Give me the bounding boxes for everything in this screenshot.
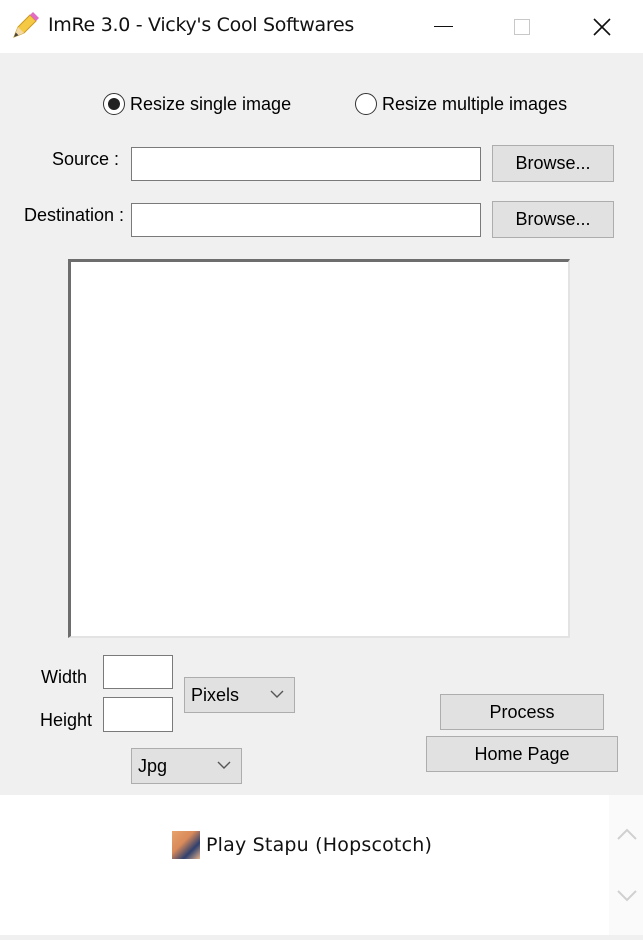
- ad-link[interactable]: Play Stapu (Hopscotch): [172, 831, 432, 859]
- radio-selected-dot: [108, 98, 120, 110]
- bottom-border: [0, 935, 643, 940]
- pencil-icon: [10, 11, 40, 41]
- game-thumbnail-icon: [172, 831, 200, 859]
- source-input[interactable]: [131, 147, 481, 181]
- home-page-button[interactable]: Home Page: [426, 736, 618, 772]
- ad-banner: Play Stapu (Hopscotch): [0, 795, 643, 935]
- format-select[interactable]: Jpg: [131, 748, 242, 784]
- scroll-up-icon[interactable]: [616, 827, 638, 841]
- close-icon: [593, 17, 611, 36]
- title-bar: ImRe 3.0 - Vicky's Cool Softwares: [0, 0, 643, 53]
- radio-resize-single[interactable]: Resize single image: [103, 93, 291, 115]
- chevron-down-icon: [270, 690, 284, 698]
- chevron-down-icon: [217, 761, 231, 769]
- ad-text: Play Stapu (Hopscotch): [206, 834, 433, 856]
- maximize-icon: [514, 18, 530, 35]
- minimize-button[interactable]: [408, 0, 478, 53]
- maximize-button[interactable]: [487, 0, 557, 53]
- radio-label: Resize multiple images: [382, 93, 568, 114]
- image-preview: [68, 259, 570, 638]
- destination-browse-button[interactable]: Browse...: [492, 201, 614, 238]
- source-browse-button[interactable]: Browse...: [492, 145, 614, 182]
- window-title: ImRe 3.0 - Vicky's Cool Softwares: [48, 14, 354, 36]
- ad-scrollbar[interactable]: [609, 795, 643, 935]
- format-select-value: Jpg: [138, 755, 168, 776]
- radio-resize-multiple[interactable]: Resize multiple images: [355, 93, 567, 115]
- destination-label: Destination :: [24, 205, 125, 225]
- radio-circle: [103, 93, 125, 115]
- minimize-icon: [433, 25, 453, 28]
- unit-select-value: Pixels: [191, 684, 240, 705]
- height-label: Height: [40, 710, 93, 730]
- destination-input[interactable]: [131, 203, 481, 237]
- width-input[interactable]: [103, 655, 173, 689]
- process-button[interactable]: Process: [440, 694, 604, 730]
- width-label: Width: [41, 667, 88, 687]
- radio-label: Resize single image: [130, 93, 292, 114]
- radio-circle: [355, 93, 377, 115]
- scroll-down-icon[interactable]: [616, 889, 638, 903]
- source-label: Source :: [52, 149, 120, 169]
- unit-select[interactable]: Pixels: [184, 677, 295, 713]
- close-button[interactable]: [567, 0, 637, 53]
- height-input[interactable]: [103, 697, 173, 732]
